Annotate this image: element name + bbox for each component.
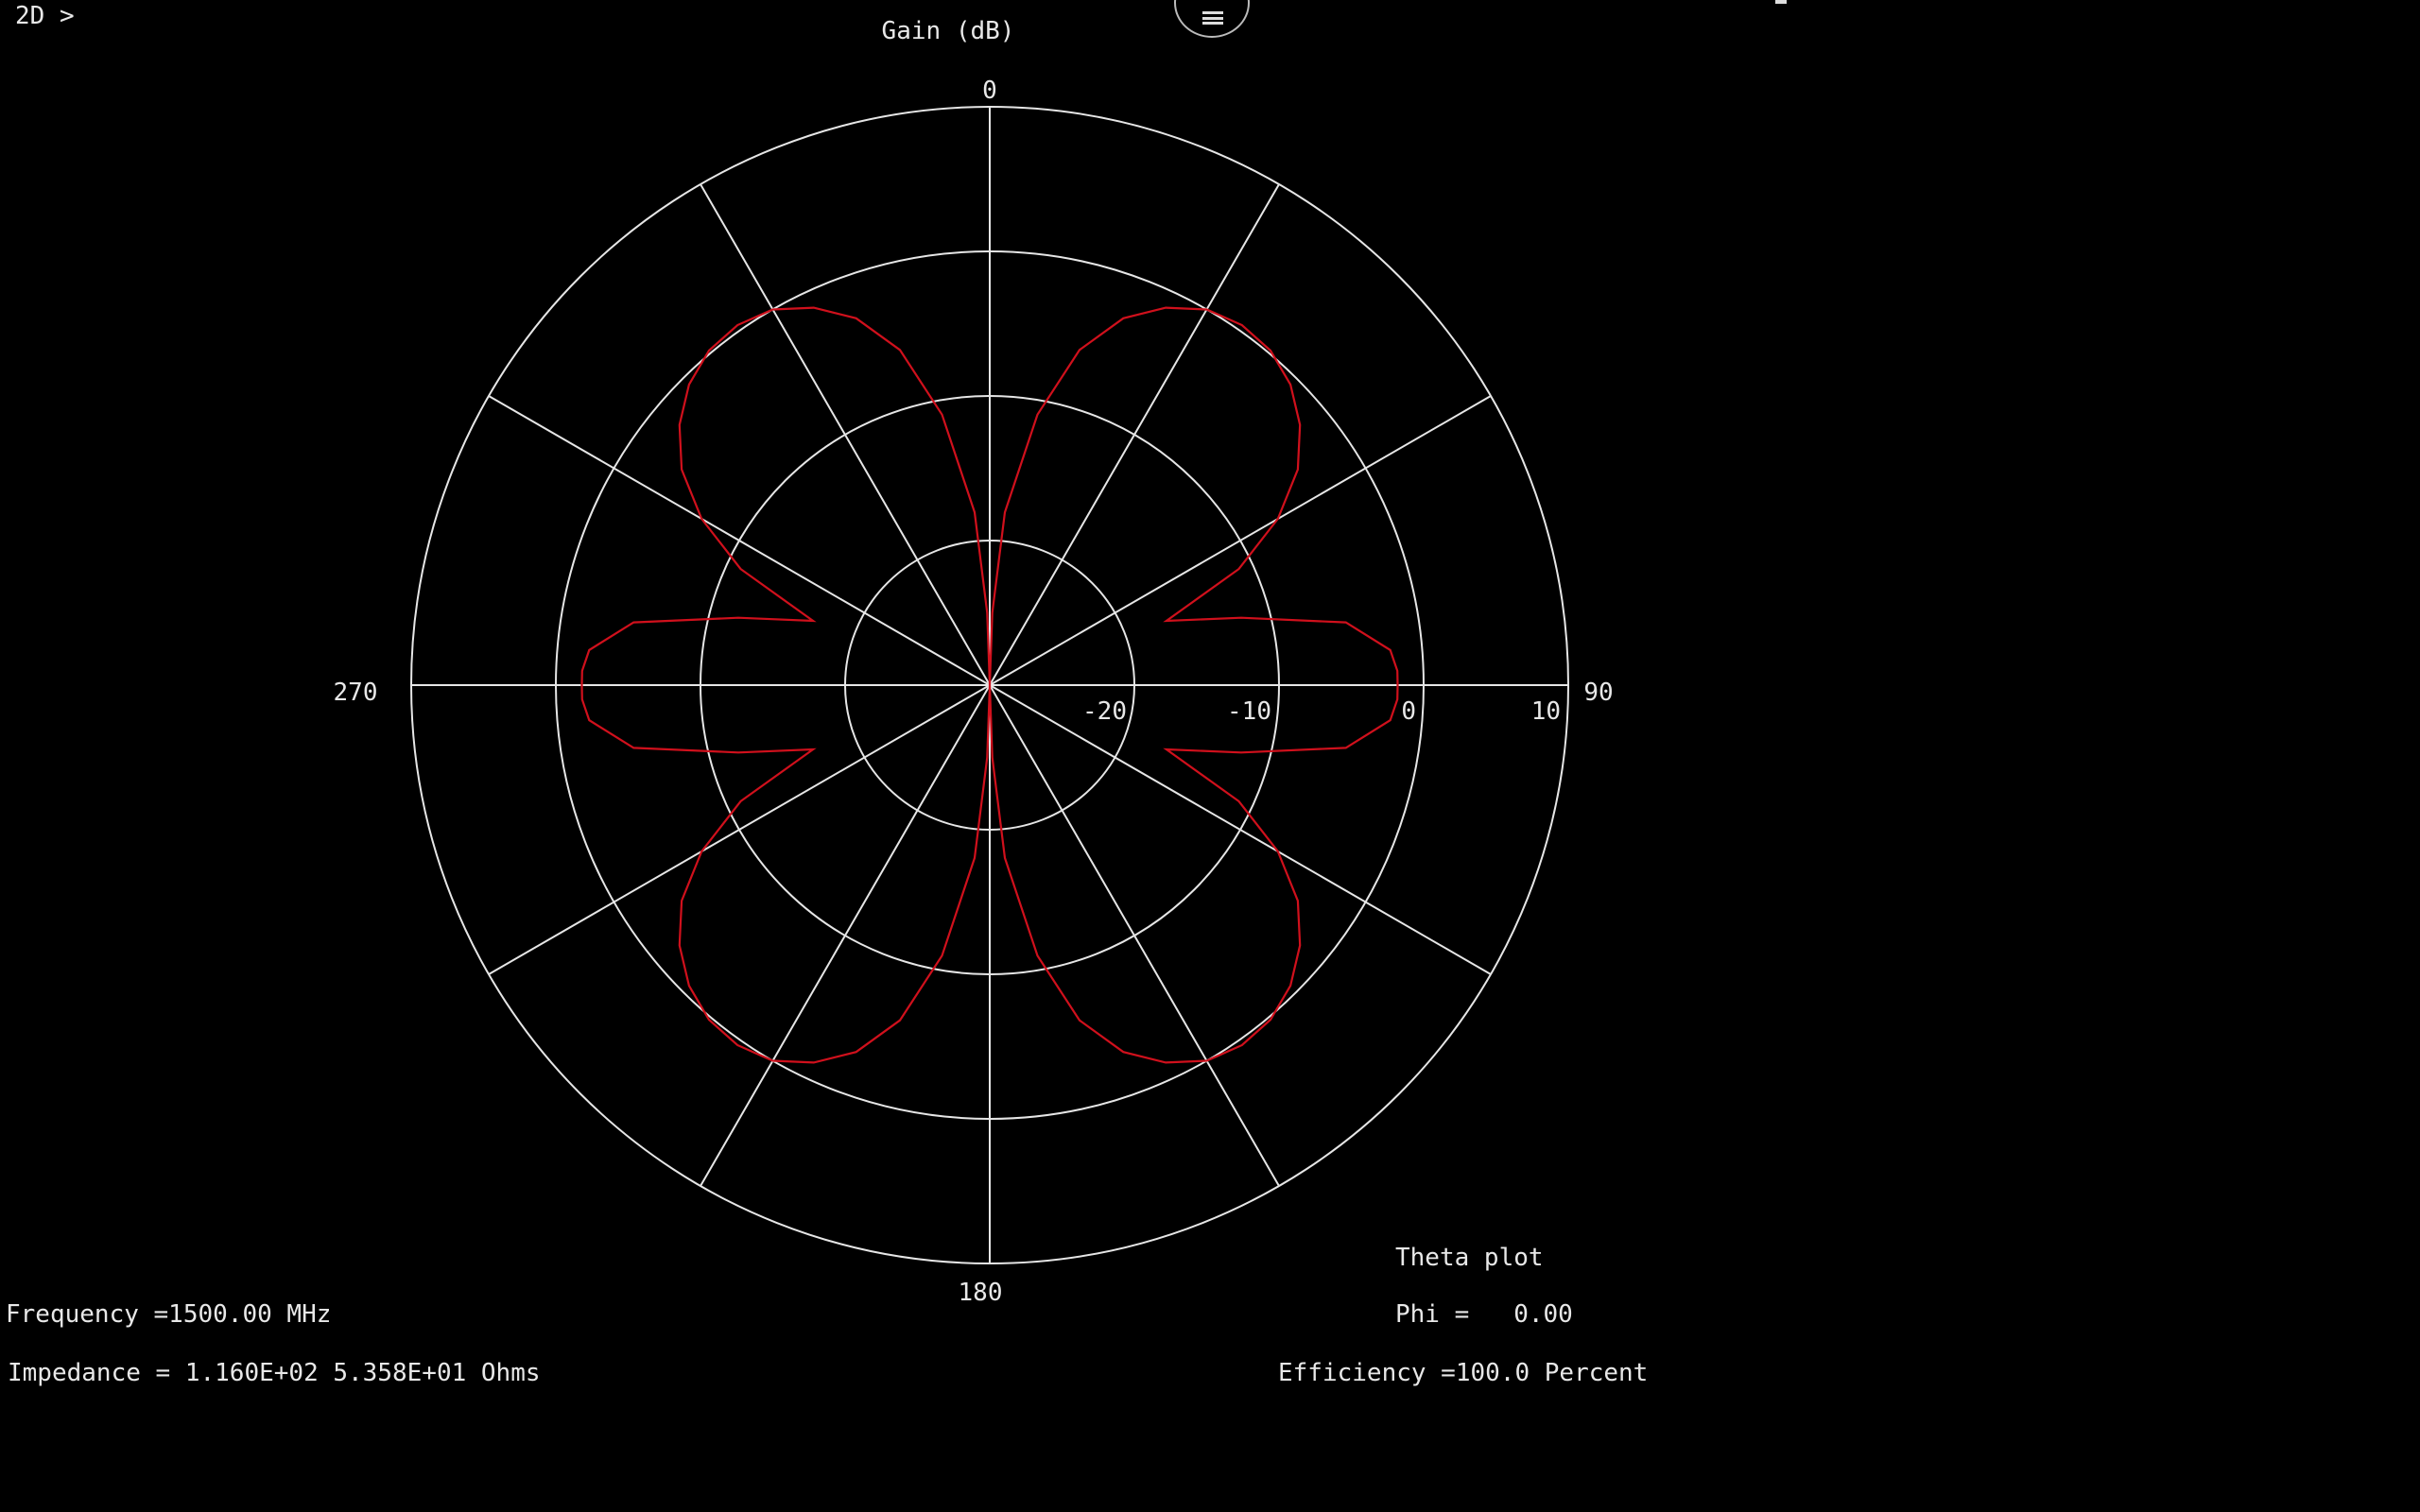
phi-readout: Phi = 0.00 (1395, 1300, 1573, 1329)
angle-label-0: 0 (982, 77, 997, 105)
spoke-30 (989, 183, 1280, 686)
radial-tick-0: 0 (1401, 697, 1416, 726)
angle-label-270: 270 (334, 679, 378, 707)
angle-label-90: 90 (1583, 679, 1613, 707)
chart-labels: Gain (dB) 0 90 180 270 (334, 17, 1614, 1307)
frequency-readout: Frequency =1500.00 MHz (6, 1300, 332, 1329)
spoke-210 (700, 684, 991, 1187)
radial-tick--20: -20 (1082, 697, 1127, 726)
spoke-300 (488, 395, 991, 686)
spoke-150 (989, 684, 1280, 1187)
impedance-readout: Impedance = 1.160E+02 5.358E+01 Ohms (8, 1359, 541, 1387)
efficiency-readout: Efficiency =100.0 Percent (1278, 1359, 1649, 1387)
radial-tick--10: -10 (1227, 697, 1271, 726)
chart-title: Gain (dB) (882, 17, 1015, 45)
spoke-240 (488, 684, 991, 975)
radial-tick-labels: -20 -10 0 10 (1082, 697, 1561, 726)
polar-chart: Gain (dB) 0 90 180 270 -20 -10 0 10 (334, 17, 1614, 1307)
spoke-330 (700, 183, 991, 686)
spoke-120 (989, 684, 1492, 975)
spoke-60 (989, 395, 1492, 686)
angle-label-180: 180 (959, 1279, 1003, 1307)
radial-tick-10: 10 (1531, 697, 1561, 726)
plot-type-label: Theta plot (1395, 1244, 1544, 1272)
